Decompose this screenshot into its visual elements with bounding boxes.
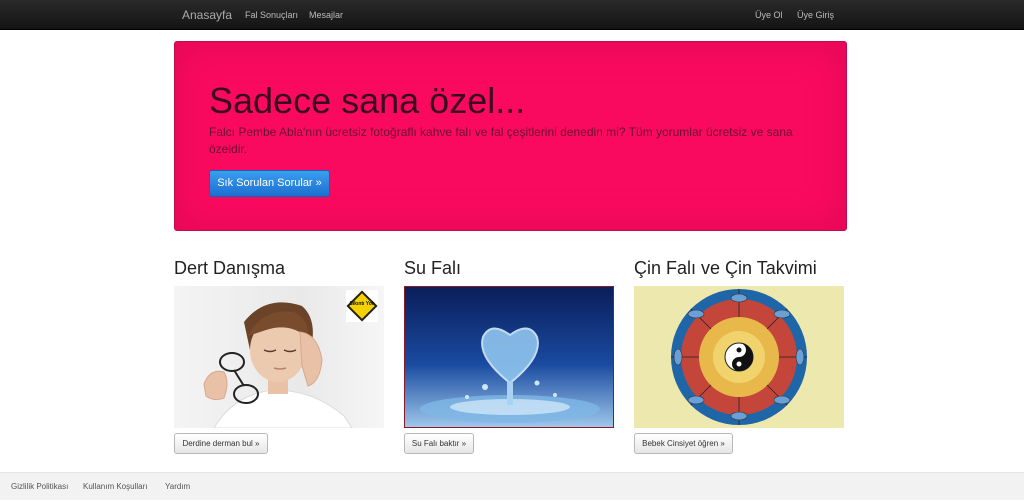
chinese-zodiac-wheel-illustration (671, 289, 807, 425)
sticker-text: Sıkıntı Yok (349, 301, 375, 307)
sikinti-yok-sticker: Sıkıntı Yok (346, 290, 378, 322)
derdine-derman-bul-button[interactable]: Derdine derman bul » (174, 433, 268, 454)
nav-link-uye-giris[interactable]: Üye Giriş (797, 0, 834, 30)
su-fali-baktir-button[interactable]: Su Falı baktır » (404, 433, 474, 454)
card-title-dert-danisma: Dert Danışma (174, 258, 286, 278)
card-title-cin-fali: Çin Falı ve Çin Takvimi (634, 258, 817, 278)
nav-link-fal-sonuclari[interactable]: Fal Sonuçları (245, 0, 298, 30)
footer-link-gizlilik[interactable]: Gizlilik Politikası (11, 473, 68, 501)
hero-banner: Sadece sana özel... Falcı Pembe Abla'nın… (174, 41, 847, 231)
nav-link-mesajlar[interactable]: Mesajlar (309, 0, 343, 30)
su-fali-image[interactable] (404, 286, 614, 428)
faq-button[interactable]: Sık Sorulan Sorular » (209, 170, 330, 197)
hero-title: Sadece sana özel... (209, 80, 526, 121)
card-title-su-fali: Su Falı (404, 258, 462, 278)
footer-link-kullanim[interactable]: Kullanım Koşulları (83, 473, 147, 501)
water-heart-illustration (420, 327, 600, 423)
bebek-cinsiyet-ogren-button[interactable]: Bebek Cinsiyet öğren » (634, 433, 733, 454)
brand-home-link[interactable]: Anasayfa (182, 0, 232, 30)
cin-fali-image[interactable] (634, 286, 844, 428)
top-navbar: Anasayfa Fal Sonuçları Mesajlar Üye Ol Ü… (0, 0, 1024, 30)
hero-description: Falcı Pembe Abla'nın ücretsiz fotoğraflı… (209, 125, 793, 156)
dert-danisma-image[interactable]: Sıkıntı Yok (174, 286, 384, 428)
footer: Gizlilik Politikası Kullanım Koşulları Y… (0, 472, 1024, 500)
nav-link-uye-ol[interactable]: Üye Ol (755, 0, 783, 30)
footer-link-yardim[interactable]: Yardım (165, 473, 190, 501)
